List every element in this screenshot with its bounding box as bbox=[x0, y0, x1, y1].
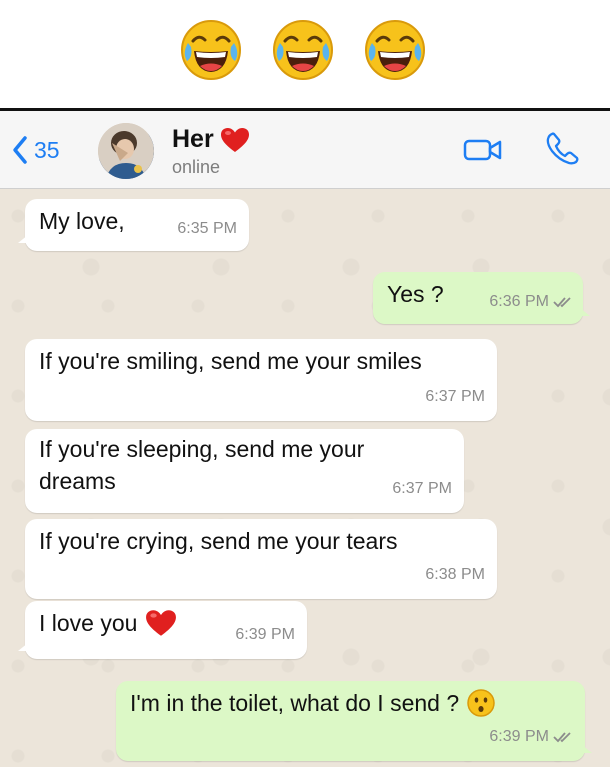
contact-status: online bbox=[172, 157, 221, 177]
bubble-tail bbox=[18, 235, 28, 243]
message-text: If you're sleeping, send me your dreams bbox=[39, 436, 365, 494]
hushed-face-icon bbox=[467, 689, 495, 717]
red-heart-icon bbox=[146, 610, 177, 636]
message-text: I'm in the toilet, what do I send ? bbox=[130, 690, 460, 716]
message-time: 6:37 PM bbox=[425, 388, 485, 405]
avatar[interactable] bbox=[98, 123, 154, 179]
message-text: I love you bbox=[39, 610, 138, 636]
chevron-left-icon bbox=[13, 136, 27, 164]
message-time: 6:39 PM bbox=[489, 728, 549, 745]
message-incoming[interactable]: If you're smiling, send me your smiles 6… bbox=[25, 339, 497, 421]
bubble-tail bbox=[582, 745, 592, 753]
message-time: 6:39 PM bbox=[235, 626, 295, 643]
message-incoming[interactable]: I love you 6:39 PM bbox=[18, 601, 307, 659]
back-button[interactable]: 35 bbox=[12, 135, 60, 165]
emoji-strip bbox=[0, 0, 610, 108]
message-text: If you're smiling, send me your smiles bbox=[39, 348, 422, 374]
face-with-tears-of-joy-icon bbox=[181, 20, 241, 80]
red-heart-icon bbox=[220, 127, 249, 152]
message-outgoing[interactable]: Yes ? 6:36 PM bbox=[373, 272, 590, 324]
message-time-row: 6:39 PM bbox=[489, 721, 573, 753]
double-check-icon bbox=[553, 297, 571, 308]
message-text-row: I'm in the toilet, what do I send ? bbox=[130, 687, 495, 719]
double-check-icon bbox=[553, 732, 571, 743]
avatar-photo bbox=[98, 123, 154, 179]
chat-header: 35 Her online bbox=[0, 111, 610, 189]
bubble-tail bbox=[580, 308, 590, 316]
message-time: 6:36 PM bbox=[489, 293, 549, 310]
message-text-row: I love you bbox=[39, 607, 177, 639]
message-text: If you're crying, send me your tears bbox=[39, 528, 398, 554]
contact-name[interactable]: Her bbox=[172, 125, 250, 154]
chat-area[interactable]: My love, 6:35 PM Yes ? 6:36 PM If you're… bbox=[0, 189, 610, 767]
unread-count: 35 bbox=[34, 136, 60, 163]
message-time: 6:37 PM bbox=[392, 480, 452, 497]
message-text: Yes ? bbox=[387, 281, 444, 307]
message-text: My love, bbox=[39, 208, 125, 234]
message-time: 6:35 PM bbox=[177, 220, 237, 237]
message-incoming[interactable]: If you're crying, send me your tears 6:3… bbox=[25, 519, 497, 599]
face-with-tears-of-joy-icon bbox=[365, 20, 425, 80]
message-incoming[interactable]: My love, 6:35 PM bbox=[18, 199, 249, 251]
message-time: 6:38 PM bbox=[425, 566, 485, 583]
message-incoming[interactable]: If you're sleeping, send me your dreams … bbox=[25, 429, 464, 513]
face-with-tears-of-joy-icon bbox=[273, 20, 333, 80]
bubble-tail bbox=[18, 643, 28, 651]
phone-call-icon[interactable] bbox=[546, 131, 580, 165]
message-outgoing[interactable]: I'm in the toilet, what do I send ? 6:39… bbox=[116, 681, 592, 761]
video-call-icon[interactable] bbox=[463, 138, 503, 162]
message-time-row: 6:36 PM bbox=[489, 286, 573, 318]
